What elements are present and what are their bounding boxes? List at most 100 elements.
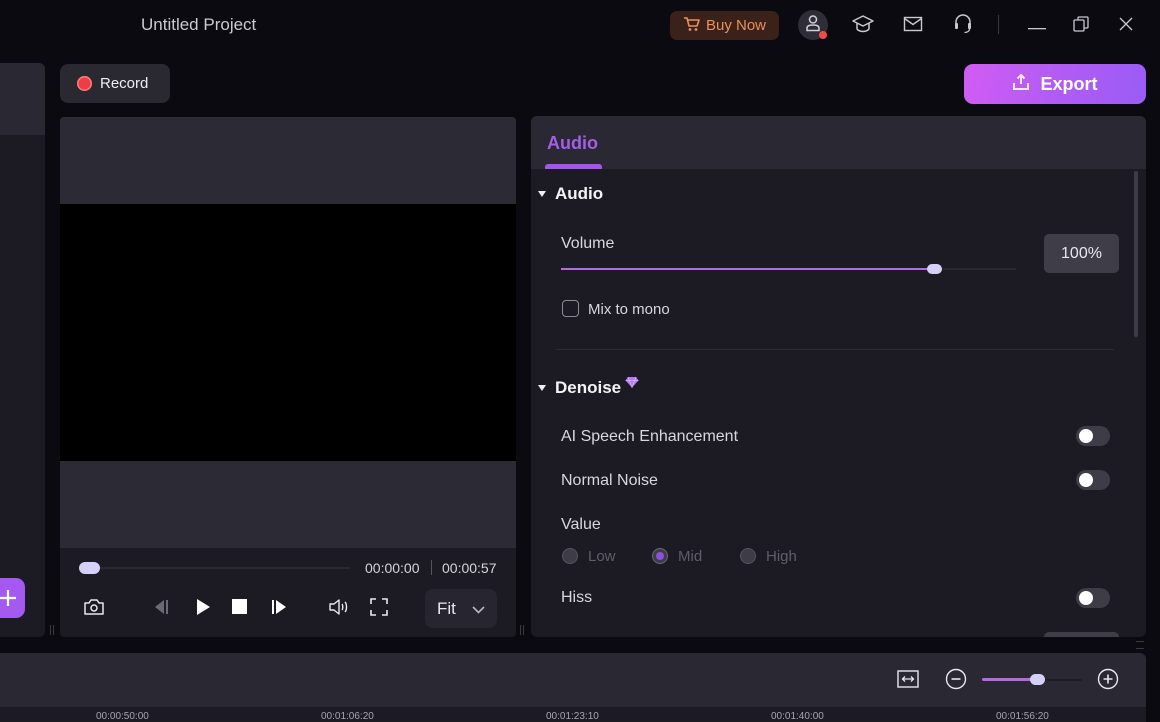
audio-section-title: Audio	[555, 184, 604, 203]
minimize-button[interactable]	[1022, 12, 1052, 40]
fit-timeline-button[interactable]	[896, 669, 920, 693]
next-frame-button[interactable]	[266, 596, 292, 622]
notification-dot	[819, 31, 827, 39]
snapshot-button[interactable]	[81, 596, 107, 622]
record-label: Record	[100, 75, 149, 92]
zoom-in-icon	[1097, 668, 1119, 695]
next-frame-icon	[270, 599, 288, 620]
media-panel	[0, 63, 45, 637]
timeline-zoom-out-button[interactable]	[944, 668, 968, 693]
premium-gem-icon	[625, 375, 639, 393]
audio-section-header[interactable]: Audio	[538, 184, 603, 204]
ai-speech-label: AI Speech Enhancement	[561, 428, 739, 445]
chevron-down-icon	[472, 599, 485, 619]
timeline-zoom-fill	[982, 678, 1037, 681]
fullscreen-icon	[370, 597, 388, 621]
mail-button[interactable]	[898, 12, 928, 40]
close-icon	[1119, 17, 1133, 36]
support-button[interactable]	[948, 12, 978, 40]
playback-progress-track[interactable]	[80, 567, 350, 569]
properties-panel: Audio Audio Volume 100% Mix to mono Deno…	[531, 116, 1146, 637]
camera-icon	[83, 598, 105, 621]
radio-high[interactable]	[740, 548, 756, 564]
volume-slider-handle[interactable]	[927, 264, 943, 274]
timeline-zoom-handle[interactable]	[1030, 674, 1045, 685]
active-tab-indicator	[545, 164, 602, 169]
ruler-label: 00:01:56:20	[996, 711, 1049, 722]
caret-down-icon	[538, 385, 546, 391]
ai-speech-toggle[interactable]	[1076, 426, 1110, 446]
fit-width-icon	[897, 669, 919, 693]
preview-letterbox-bottom	[60, 461, 516, 548]
denoise-section-title: Denoise	[555, 378, 622, 397]
current-time: 00:00:00	[365, 560, 420, 576]
normal-noise-label: Normal Noise	[561, 472, 658, 489]
section-divider	[556, 349, 1114, 350]
timeline-zoom-in-button[interactable]	[1096, 668, 1120, 695]
minimize-icon	[1028, 17, 1046, 35]
radio-high-label: High	[766, 548, 797, 565]
graduation-cap-icon	[851, 14, 875, 39]
restore-button[interactable]	[1066, 12, 1096, 40]
tab-audio[interactable]: Audio	[547, 133, 598, 154]
buy-now-label: Buy Now	[705, 17, 767, 34]
export-button[interactable]: Export	[964, 64, 1146, 104]
add-media-button[interactable]	[0, 578, 25, 618]
caret-down-icon	[538, 191, 546, 197]
partially-visible-value-input[interactable]	[1044, 632, 1119, 637]
tutorial-button[interactable]	[848, 12, 878, 40]
project-title: Untitled Project	[141, 15, 257, 34]
radio-mid[interactable]	[652, 548, 668, 564]
toggle-knob	[1079, 591, 1093, 605]
mix-to-mono-label: Mix to mono	[588, 301, 670, 318]
stop-icon	[231, 599, 247, 619]
header-divider	[998, 15, 999, 34]
stop-button[interactable]	[226, 596, 252, 622]
radio-mid-label: Mid	[678, 548, 703, 565]
preview-letterbox-top	[60, 117, 516, 204]
resize-handle[interactable]	[520, 625, 524, 635]
plus-icon	[0, 582, 17, 614]
fullscreen-button[interactable]	[366, 596, 392, 622]
properties-tab-bar	[531, 116, 1146, 169]
properties-scrollbar[interactable]	[1134, 171, 1138, 337]
volume-value-input[interactable]: 100%	[1044, 234, 1119, 273]
volume-label: Volume	[561, 235, 615, 252]
resize-handle[interactable]	[50, 625, 54, 635]
hiss-label: Hiss	[561, 589, 593, 606]
record-button[interactable]: Record	[60, 64, 170, 103]
timeline-toolbar	[0, 653, 1146, 707]
media-panel-header	[0, 63, 45, 135]
play-icon	[195, 598, 211, 621]
radio-low-label: Low	[588, 548, 616, 565]
video-player: 00:00:00 00:00:57 Fit	[60, 117, 516, 637]
play-button[interactable]	[190, 596, 216, 622]
upload-icon	[1012, 73, 1030, 96]
previous-frame-icon	[152, 599, 170, 620]
resize-handle[interactable]	[1136, 641, 1144, 649]
mail-icon	[903, 16, 923, 37]
volume-slider-fill	[561, 268, 935, 270]
normal-noise-toggle[interactable]	[1076, 470, 1110, 490]
preview-canvas[interactable]	[60, 204, 516, 461]
ruler-label: 00:01:06:20	[321, 711, 374, 722]
denoise-section-header[interactable]: Denoise	[538, 378, 621, 398]
toggle-knob	[1079, 429, 1093, 443]
zoom-fit-dropdown[interactable]: Fit	[425, 589, 497, 628]
restore-icon	[1073, 15, 1089, 37]
close-button[interactable]	[1111, 12, 1141, 40]
fit-select-value: Fit	[437, 598, 456, 618]
hiss-toggle[interactable]	[1076, 588, 1110, 608]
previous-frame-button[interactable]	[148, 596, 174, 622]
playback-progress-handle[interactable]	[79, 562, 100, 574]
toggle-knob	[1079, 473, 1093, 487]
headset-icon	[953, 13, 973, 40]
volume-button[interactable]	[327, 596, 353, 622]
speaker-icon	[328, 597, 352, 622]
record-icon	[77, 76, 92, 91]
radio-low[interactable]	[562, 548, 578, 564]
export-label: Export	[1040, 73, 1098, 94]
mix-to-mono-checkbox[interactable]	[562, 300, 579, 317]
buy-now-button[interactable]: Buy Now	[670, 11, 779, 40]
time-divider	[431, 560, 432, 575]
